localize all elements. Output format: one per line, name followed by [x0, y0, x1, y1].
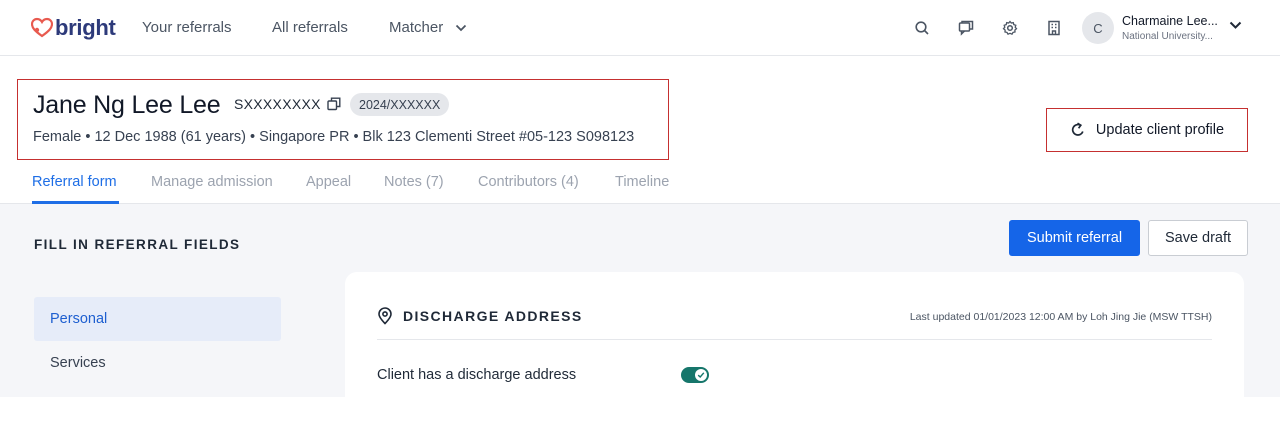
client-id: SXXXXXXXX — [234, 96, 341, 112]
avatar[interactable]: C — [1082, 12, 1114, 44]
referral-form-area: FILL IN REFERRAL FIELDS Submit referral … — [0, 204, 1280, 432]
client-details: Female • 12 Dec 1988 (61 years) • Singap… — [33, 129, 635, 145]
user-menu-chevron-icon[interactable] — [1229, 21, 1242, 30]
sidebar-item-services[interactable]: Services — [34, 341, 281, 385]
nav-matcher[interactable]: Matcher — [389, 19, 467, 36]
gear-icon[interactable] — [999, 17, 1021, 39]
refresh-icon — [1071, 122, 1084, 136]
card-title: DISCHARGE ADDRESS — [377, 307, 583, 325]
sidebar-item-personal[interactable]: Personal — [34, 297, 281, 341]
top-nav: bright Your referrals All referrals Matc… — [0, 0, 1280, 56]
tab-bar: Referral form Manage admission Appeal No… — [0, 162, 1280, 204]
discharge-address-toggle[interactable] — [681, 367, 709, 383]
brand-name: bright — [55, 15, 116, 40]
update-client-profile-button[interactable]: Update client profile — [1046, 108, 1248, 152]
map-pin-icon — [378, 307, 392, 325]
divider — [377, 339, 1212, 340]
tab-referral-form[interactable]: Referral form — [32, 174, 117, 190]
save-draft-button[interactable]: Save draft — [1148, 220, 1248, 256]
bright-logo[interactable]: bright — [31, 14, 116, 42]
case-number-badge: 2024/XXXXXX — [350, 93, 450, 116]
submit-referral-button[interactable]: Submit referral — [1009, 220, 1140, 256]
chevron-down-icon — [456, 24, 467, 31]
section-title: FILL IN REFERRAL FIELDS — [34, 237, 241, 252]
tab-manage-admission[interactable]: Manage admission — [151, 174, 273, 190]
user-org: National University... — [1122, 31, 1213, 42]
card-title-label: DISCHARGE ADDRESS — [403, 308, 583, 324]
building-icon[interactable] — [1043, 17, 1065, 39]
tab-appeal[interactable]: Appeal — [306, 174, 351, 190]
search-icon[interactable] — [911, 17, 933, 39]
client-id-value: SXXXXXXXX — [234, 96, 321, 112]
last-updated-text: Last updated 01/01/2023 12:00 AM by Loh … — [909, 311, 1212, 323]
update-client-profile-label: Update client profile — [1095, 122, 1225, 138]
tab-timeline[interactable]: Timeline — [615, 174, 669, 190]
client-name: Jane Ng Lee Lee — [33, 91, 221, 119]
user-name[interactable]: Charmaine Lee... — [1122, 14, 1218, 28]
nav-matcher-label: Matcher — [389, 19, 444, 36]
discharge-address-label: Client has a discharge address — [377, 367, 577, 383]
chat-icon[interactable] — [955, 17, 977, 39]
discharge-address-card: DISCHARGE ADDRESS Last updated 01/01/202… — [345, 272, 1244, 432]
nav-all-referrals[interactable]: All referrals — [272, 19, 348, 36]
tab-notes[interactable]: Notes (7) — [384, 174, 444, 190]
copy-icon[interactable] — [327, 97, 341, 111]
tab-contributors[interactable]: Contributors (4) — [478, 174, 579, 190]
client-summary: Jane Ng Lee Lee SXXXXXXXX 2024/XXXXXX Fe… — [17, 79, 669, 160]
nav-your-referrals[interactable]: Your referrals — [142, 19, 232, 36]
heart-logo-icon — [31, 17, 53, 38]
toggle-knob — [695, 369, 707, 381]
check-icon — [697, 372, 705, 379]
